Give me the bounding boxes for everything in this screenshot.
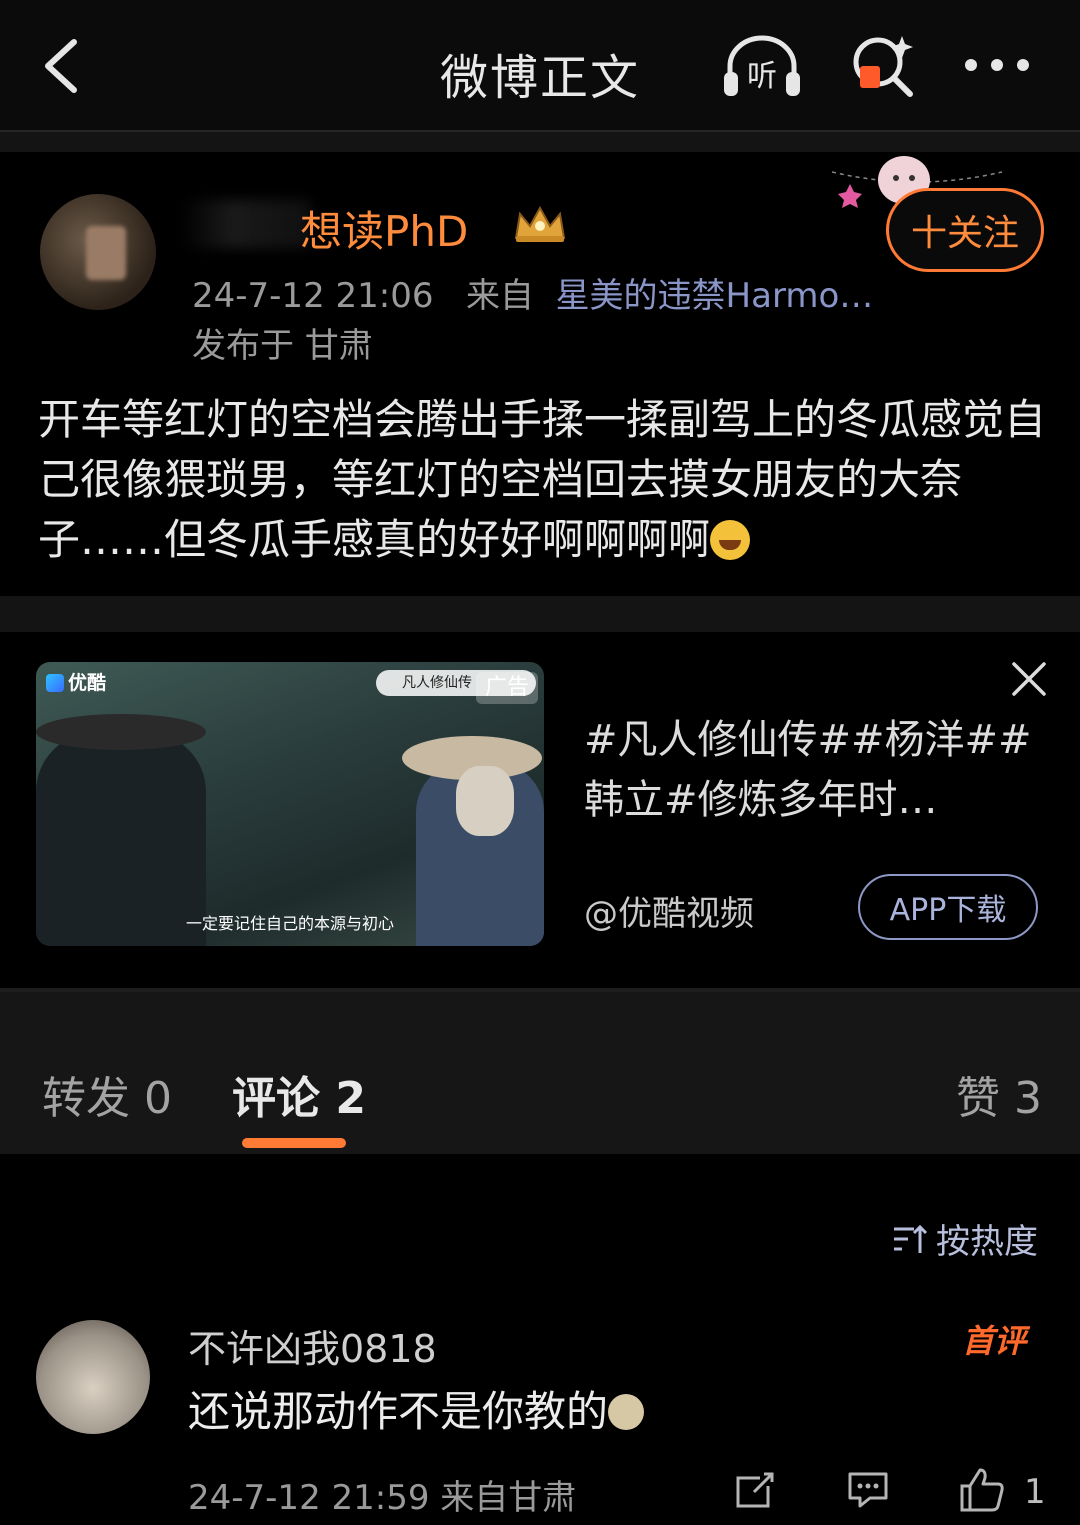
ad-tag: 广告 (476, 672, 538, 704)
post-location: 发布于 甘肃 (192, 326, 373, 366)
sort-button[interactable]: 按热度 (892, 1214, 1038, 1263)
post-content-text: 开车等红灯的空档会腾出手揉一揉副驾上的冬瓜感觉自己很像猥琐男，等红灯的空档回去摸… (38, 395, 1047, 564)
author-username[interactable]: 想读PhD (300, 198, 468, 259)
redacted-name-blur (180, 200, 310, 248)
section-gap (0, 596, 1080, 632)
post-source[interactable]: 星美的违禁Harmo… (556, 276, 874, 316)
reply-icon[interactable] (846, 1470, 890, 1510)
comment-text-content: 还说那动作不是你教的 (188, 1387, 609, 1436)
interaction-tabs: 转发 0 评论 2 赞 3 (0, 992, 1080, 1154)
more-options-icon[interactable] (962, 48, 1032, 82)
commenter-name[interactable]: 不许凶我0818 (188, 1318, 437, 1373)
ad-source[interactable]: @优酷视频 (584, 886, 754, 935)
vip-crown-icon (514, 205, 566, 242)
tab-repost[interactable]: 转发 0 (42, 1062, 172, 1126)
top-bar: 微博正文 听 (0, 0, 1080, 130)
share-icon[interactable] (734, 1470, 776, 1510)
youku-logo: 优酷 (46, 668, 106, 695)
follow-button[interactable]: 十关注 (886, 188, 1044, 272)
ai-search-icon[interactable] (850, 32, 916, 98)
tab-comment[interactable]: 评论 2 (232, 1062, 366, 1126)
post-card: 想读PhD 十关注 24-7-12 21:06 来自 星美的违禁Harmo… 发… (0, 152, 1080, 596)
ad-title[interactable]: #凡人修仙传##杨洋##韩立#修炼多年时… (584, 710, 1044, 830)
listen-headphones-icon[interactable]: 听 (722, 34, 802, 98)
sort-label: 按热度 (936, 1222, 1038, 1262)
from-label: 来自 (465, 276, 534, 316)
grin-emoji-icon (710, 520, 751, 560)
first-comment-badge: 首评 (962, 1322, 1027, 1360)
page-title: 微博正文 (439, 50, 640, 106)
close-icon[interactable] (1010, 660, 1048, 698)
comment-text: 还说那动作不是你教的 (188, 1378, 645, 1439)
post-meta: 24-7-12 21:06 来自 星美的违禁Harmo… (192, 268, 873, 317)
shrug-emoji-icon (608, 1394, 645, 1430)
ad-card[interactable]: 优酷 凡人修仙传 广告 一定要记住自己的本源与初心 #凡人修仙传##杨洋##韩立… (0, 632, 1080, 988)
ad-video-thumbnail[interactable]: 优酷 凡人修仙传 广告 一定要记住自己的本源与初心 (36, 662, 544, 946)
svg-text:听: 听 (747, 59, 777, 94)
commenter-avatar[interactable] (36, 1320, 150, 1434)
author-avatar[interactable] (40, 194, 156, 310)
tab-like[interactable]: 赞 3 (956, 1062, 1042, 1126)
thumbs-up-icon[interactable] (958, 1466, 1006, 1512)
comment-like-count: 1 (1024, 1472, 1046, 1512)
active-tab-indicator (242, 1138, 346, 1148)
post-time: 24-7-12 21:06 (192, 276, 434, 316)
comment-meta: 24-7-12 21:59 来自甘肃 (188, 1478, 577, 1518)
video-subtitle: 一定要记住自己的本源与初心 (185, 914, 394, 933)
app-download-button[interactable]: APP下载 (858, 874, 1038, 940)
post-content: 开车等红灯的空档会腾出手揉一揉副驾上的冬瓜感觉自己很像猥琐男，等红灯的空档回去摸… (38, 390, 1048, 570)
sort-icon (894, 1224, 928, 1253)
header-divider (0, 130, 1080, 152)
